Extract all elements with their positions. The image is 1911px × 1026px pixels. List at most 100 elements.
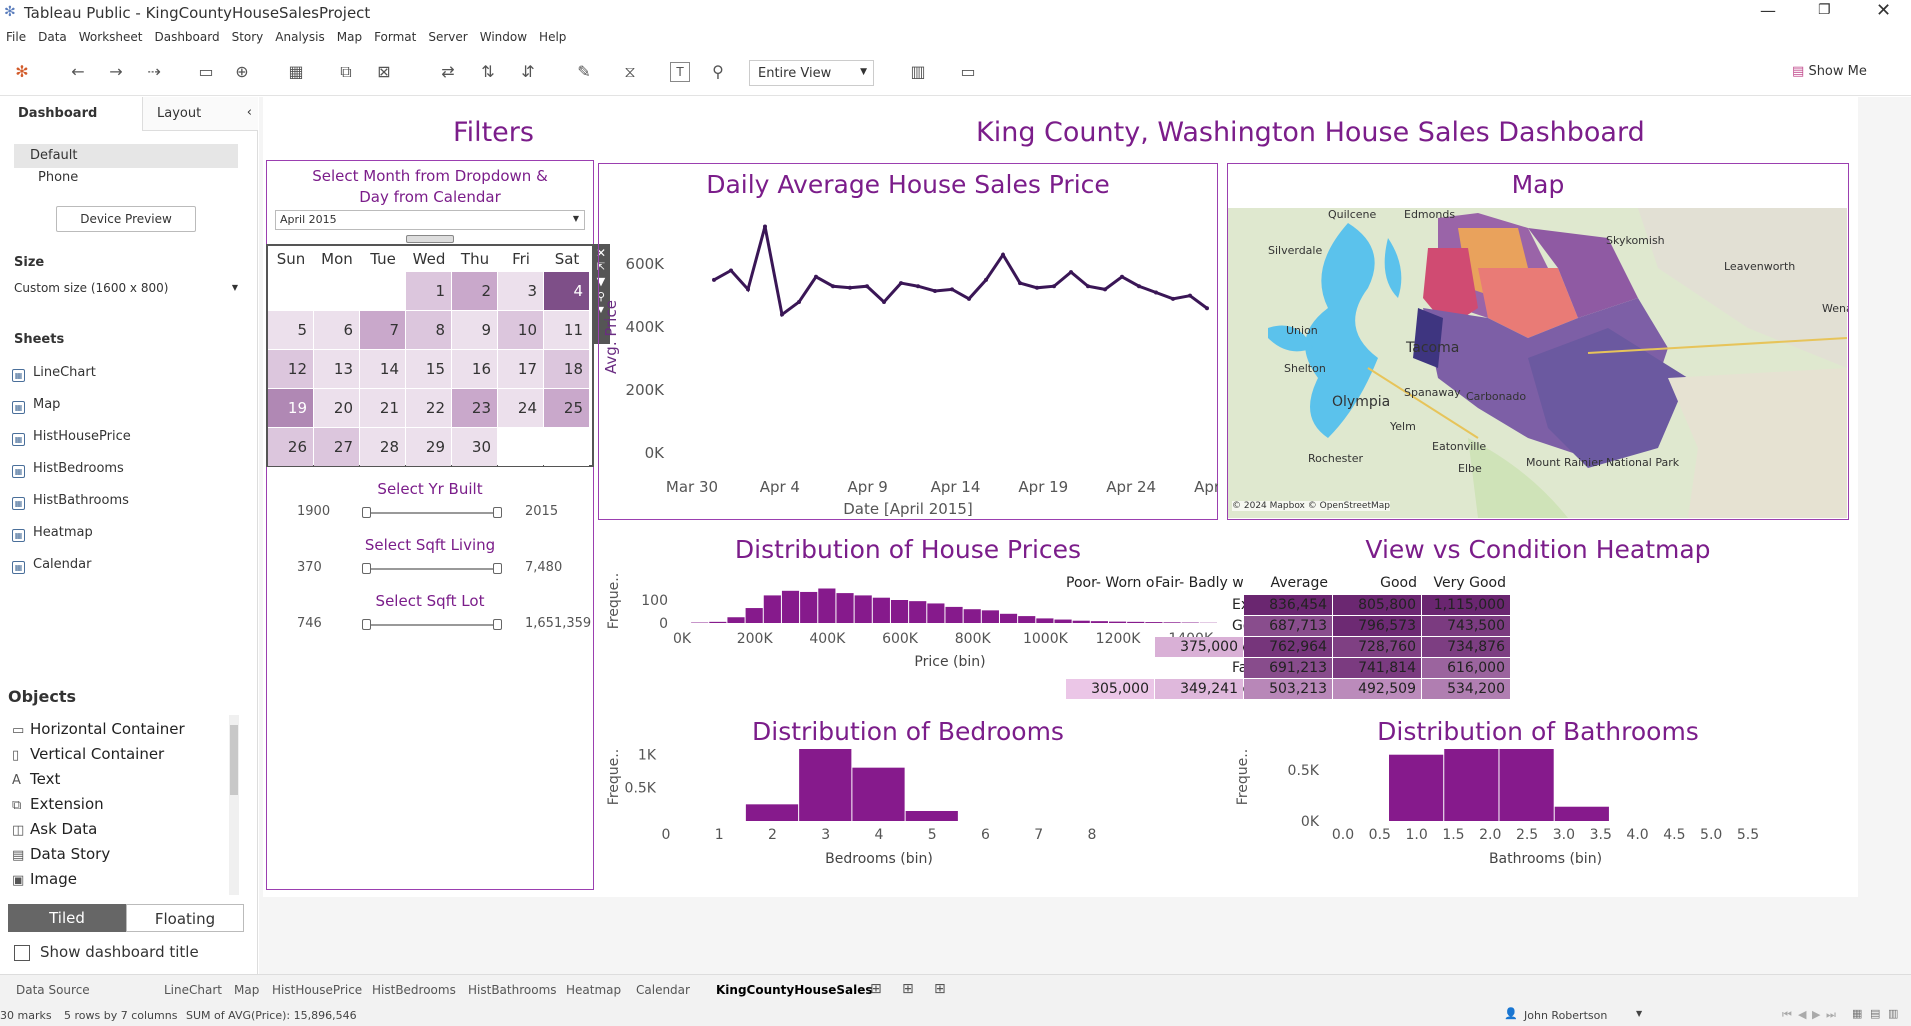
menu-data[interactable]: Data [32,26,73,44]
histogram-bar[interactable] [890,600,909,623]
data-point[interactable] [1171,296,1175,301]
data-point[interactable] [1120,274,1124,279]
undo-icon[interactable]: ← [68,62,88,82]
sort-desc-icon[interactable]: ⇵ [518,62,538,82]
sheet-item-histbathrooms[interactable]: ▦ HistBathrooms [12,493,129,510]
data-point[interactable] [882,299,886,304]
calendar-day[interactable]: 25 [544,389,589,427]
highlight-icon[interactable]: ✎ [574,62,594,82]
histogram-bar[interactable] [727,617,745,623]
nav-first-icon[interactable]: ⏮ [1782,1008,1792,1022]
heatmap-cell[interactable]: 796,573 [1333,616,1421,636]
heatmap-cell[interactable]: 743,500 [1422,616,1510,636]
view-mode-select[interactable]: Entire View ▼ [749,60,874,86]
clear-sheet-icon[interactable]: ⊠ [374,62,394,82]
sheet-item-map[interactable]: ▦ Map [12,397,60,414]
line-chart[interactable]: Avg. Price 0K 200K 400K 600K Mar 30 Apr 4 Apr 9… [598,207,1218,520]
heatmap-cell[interactable]: 349,241 [1155,679,1243,699]
calendar-day[interactable]: 30 [452,428,497,466]
sheet-tab-map[interactable]: Map [234,983,259,997]
new-story-icon[interactable]: ⊞ [934,981,946,997]
show-me-button[interactable]: ▤ Show Me [1792,64,1867,79]
histogram-bar[interactable] [854,595,872,623]
new-worksheet-icon[interactable]: ▦ [286,62,306,82]
new-data-source-icon[interactable]: ⊕ [232,62,252,82]
sheet-item-calendar[interactable]: ▦ Calendar [12,557,91,574]
histogram-bar[interactable] [800,591,818,623]
histogram-bar[interactable] [872,597,890,623]
sheet-tab-linechart[interactable]: LineChart [164,983,222,997]
histogram-bar[interactable] [1389,754,1444,821]
histogram-bar[interactable] [818,588,836,624]
calendar-day[interactable]: 6 [314,311,359,349]
heatmap-cell[interactable]: 687,713 [1244,616,1332,636]
nav-prev-icon[interactable]: ◀ [1798,1008,1806,1021]
heatmap-cell[interactable]: 1,115,000 [1422,595,1510,615]
calendar-day[interactable]: 7 [360,311,405,349]
floating-button[interactable]: Floating [126,904,244,932]
calendar-day[interactable]: 28 [360,428,405,466]
group-icon[interactable]: ⧖ [620,62,640,82]
user-name[interactable]: John Robertson [1524,1009,1607,1022]
slider-min-handle[interactable] [362,563,371,574]
tab-layout[interactable]: Layout ‹ [142,97,258,131]
sheet-tab-kingcountyhousesales[interactable]: KingCountyHouseSales [716,983,873,997]
menu-worksheet[interactable]: Worksheet [73,26,149,44]
slider-track[interactable] [366,568,498,570]
data-point[interactable] [950,287,954,292]
object-ask-data[interactable]: ◫ Ask Data [12,820,97,838]
menu-analysis[interactable]: Analysis [269,26,330,44]
series-line[interactable] [713,226,1208,318]
histogram-bar[interactable] [836,593,854,623]
histogram-bar[interactable] [1036,618,1054,623]
size-select[interactable]: Custom size (1600 x 800) ▼ [14,281,242,301]
heatmap-cell[interactable]: 836,454 [1244,595,1332,615]
nav-next-icon[interactable]: ▶ [1812,1008,1820,1021]
calendar-day[interactable]: 1 [406,272,451,310]
new-worksheet-icon[interactable]: ⊞ [870,981,882,997]
heatmap-cell[interactable]: 305,000 [1066,679,1154,699]
calendar-day[interactable]: 17 [498,350,543,388]
tab-dashboard[interactable]: Dashboard [0,97,142,131]
menu-server[interactable]: Server [422,26,473,44]
menu-dashboard[interactable]: Dashboard [148,26,225,44]
objects-scrollbar[interactable] [229,715,239,895]
nav-last-icon[interactable]: ⏭ [1826,1008,1836,1022]
data-point[interactable] [899,281,903,286]
device-default[interactable]: Default [14,144,238,168]
histogram-bar[interactable] [781,590,800,623]
save-icon[interactable]: ▭ [196,62,216,82]
histogram-bar[interactable] [709,621,727,623]
data-point[interactable] [1069,270,1073,275]
calendar-day[interactable]: 11 [544,311,589,349]
data-point[interactable] [729,268,733,273]
show-cards-icon[interactable]: ▥ [908,62,928,82]
heatmap-cell[interactable]: 503,213 [1244,679,1332,699]
histogram-bar[interactable] [1499,749,1554,821]
sheet-item-linechart[interactable]: ▦ LineChart [12,365,96,382]
calendar-day[interactable]: 18 [544,350,589,388]
sheet-tab-histbedrooms[interactable]: HistBedrooms [372,983,456,997]
calendar-day[interactable]: 10 [498,311,543,349]
calendar-day[interactable]: 16 [452,350,497,388]
histogram-bar[interactable] [999,613,1018,623]
sheet-tab-heatmap[interactable]: Heatmap [566,983,621,997]
calendar-day[interactable]: 8 [406,311,451,349]
pin-icon[interactable]: ⚲ [708,62,728,82]
calendar-day[interactable]: 15 [406,350,451,388]
histogram-bar[interactable] [745,608,763,623]
sheet-tab-calendar[interactable]: Calendar [636,983,690,997]
calendar-day[interactable]: 26 [268,428,313,466]
calendar-day[interactable]: 21 [360,389,405,427]
data-point[interactable] [984,277,988,282]
show-title-checkbox[interactable] [14,945,30,961]
scrollbar-thumb[interactable] [230,725,238,795]
histogram-bar[interactable] [745,804,799,821]
calendar-day[interactable]: 14 [360,350,405,388]
bathrooms-histogram[interactable]: Freque.. 0K 0.5K 0.0 0.5 1.0 1.5 2.0 2.5 3.0 3.5 4.… [1227,749,1849,889]
data-point[interactable] [1001,252,1005,257]
data-point[interactable] [1205,306,1209,311]
slider-track[interactable] [366,512,498,514]
tableau-icon[interactable]: ✻ [12,62,32,82]
data-point[interactable] [967,296,971,301]
